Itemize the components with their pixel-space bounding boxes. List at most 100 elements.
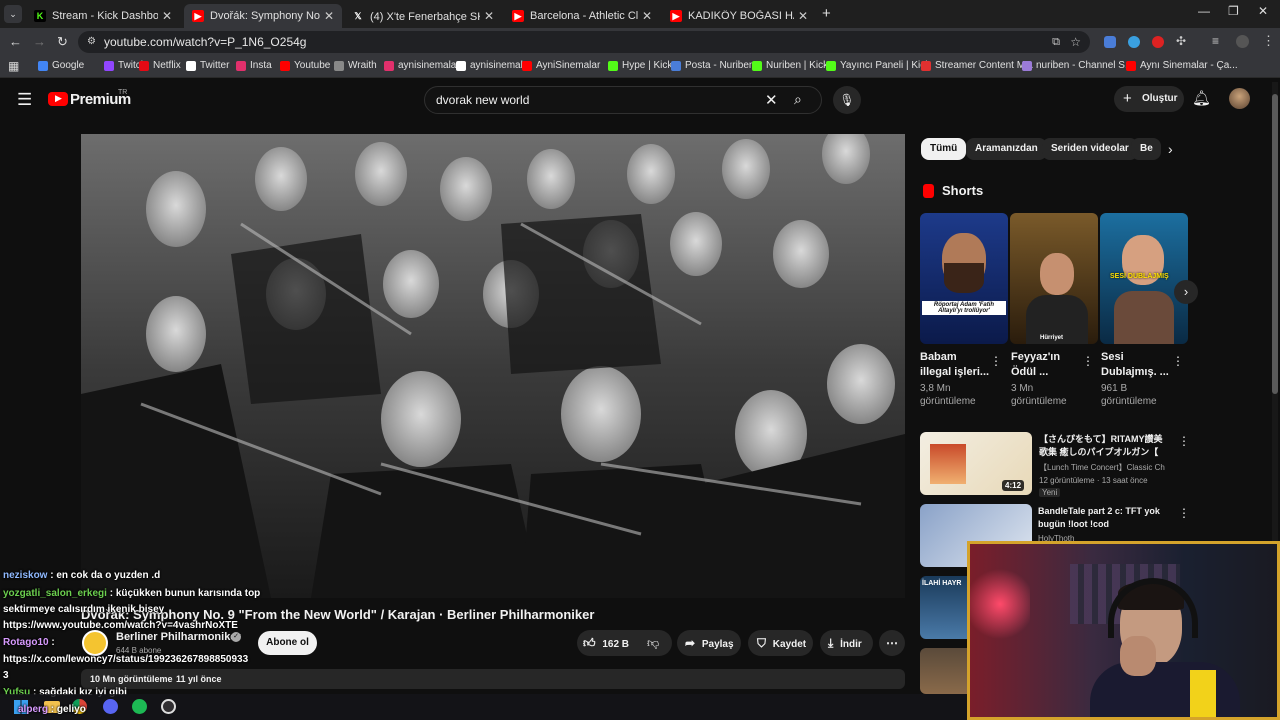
- bookmark-star-icon[interactable]: ☆: [1070, 31, 1081, 53]
- filter-chip-series[interactable]: Seriden videolar: [1042, 138, 1138, 160]
- related-title-2[interactable]: BandleTale part 2 c: TFT yok bugün !loot…: [1038, 505, 1170, 531]
- tab-fenerbahce-x[interactable]: 𝕏 (4) X'te Fenerbahçe SK: "🟨 Ç ✕: [344, 4, 502, 28]
- forward-arrow-icon[interactable]: →: [33, 34, 46, 49]
- bookmark-item[interactable]: Posta - Nuriben: [671, 60, 754, 71]
- bookmark-favicon-icon: [104, 60, 114, 71]
- extension-red-icon[interactable]: [1152, 36, 1164, 48]
- bookmark-item[interactable]: Twitter: [186, 60, 229, 71]
- close-icon[interactable]: ✕: [324, 9, 334, 23]
- voice-search-button[interactable]: 🎙: [833, 86, 861, 114]
- close-window-button[interactable]: ✕: [1258, 4, 1268, 18]
- profile-icon[interactable]: [1236, 35, 1249, 48]
- close-icon[interactable]: ✕: [162, 9, 172, 23]
- scrollbar-thumb[interactable]: [1272, 94, 1278, 394]
- new-tab-button[interactable]: +: [822, 5, 831, 22]
- tab-dvorak-video[interactable]: ▶ Dvořák: Symphony No. 9 "From ✕: [184, 4, 342, 28]
- back-arrow-icon[interactable]: ←: [9, 34, 22, 49]
- bookmark-item[interactable]: Nuriben | Kick: [752, 60, 828, 71]
- bookmark-item[interactable]: Aynı Sinemalar - Ça...: [1126, 60, 1238, 71]
- bookmark-item[interactable]: Netflix: [139, 60, 181, 71]
- bookmark-item[interactable]: AyniSinemalar: [522, 60, 600, 71]
- hamburger-menu-icon[interactable]: ☰: [17, 91, 32, 108]
- bookmark-item[interactable]: Youtube: [280, 60, 330, 71]
- search-box[interactable]: dvorak new world ✕ ⌕: [424, 86, 822, 114]
- short-title-1[interactable]: Babam illegal işleri...: [920, 350, 990, 380]
- bookmark-item[interactable]: Yayıncı Paneli | Kick: [826, 60, 930, 71]
- filter-chip-more[interactable]: Be: [1131, 138, 1161, 160]
- chat-username: yozgatli_salon_erkegi: [3, 588, 107, 599]
- obs-icon[interactable]: [161, 699, 176, 714]
- channel-name[interactable]: Berliner Philharmoniker: [116, 631, 241, 643]
- related-thumbnail-4[interactable]: [920, 648, 970, 694]
- tab-kadikoy[interactable]: ▶ KADIKÖY BOĞASI HAYRETTİN İ ✕: [662, 4, 816, 28]
- browser-menu-icon[interactable]: ⋮: [1262, 33, 1275, 49]
- extensions-puzzle-icon[interactable]: ✣: [1176, 34, 1186, 48]
- short-views-1: 3,8 Mn görüntüleme: [920, 383, 976, 407]
- shorts-next-button[interactable]: ›: [1174, 280, 1198, 304]
- address-bar[interactable]: ⚙ youtube.com/watch?v=P_1N6_O254g ⧉ ☆: [78, 31, 1090, 53]
- maximize-button[interactable]: ❐: [1228, 4, 1239, 18]
- x-icon: 𝕏: [354, 11, 362, 21]
- chevron-right-icon[interactable]: ›: [1168, 141, 1173, 157]
- chat-message: yozgatli_salon_erkegi : küçükken bunun k…: [3, 588, 260, 599]
- related-menu-icon[interactable]: ⋮: [1178, 506, 1190, 520]
- extension-circle-icon[interactable]: [1128, 36, 1140, 48]
- close-icon[interactable]: ✕: [798, 9, 808, 23]
- short-thumbnail-3[interactable]: SESİ DUBLAJMIŞ: [1100, 213, 1188, 344]
- notifications-bell-icon[interactable]: 🔔︎: [1192, 89, 1211, 107]
- related-thumbnail-1[interactable]: 4:12: [920, 432, 1032, 495]
- avatar[interactable]: [1229, 88, 1250, 109]
- short-title-3[interactable]: Sesi Dublajmış. ...: [1101, 350, 1171, 380]
- bookmark-item[interactable]: nuriben - Channel S...: [1022, 60, 1133, 71]
- related-title-1[interactable]: 【さんぴをもて】RITAMY讃美歌集 癒しのパイプオルガン【: [1039, 433, 1171, 459]
- short-menu-icon[interactable]: ⋮: [1082, 354, 1094, 368]
- create-button[interactable]: + Oluştur: [1114, 86, 1184, 112]
- subscribe-button[interactable]: Abone ol: [258, 631, 317, 655]
- related-channel-1[interactable]: 【Lunch Time Concert】Classic Ch: [1039, 462, 1179, 473]
- video-player[interactable]: [81, 134, 905, 598]
- download-button[interactable]: ⤓ İndir: [820, 630, 873, 656]
- search-icon[interactable]: ⌕: [794, 91, 802, 108]
- short-menu-icon[interactable]: ⋮: [990, 354, 1002, 368]
- site-info-icon[interactable]: ⚙: [87, 31, 96, 53]
- like-button[interactable]: 👍︎ 162 B: [583, 630, 629, 656]
- bookmark-item[interactable]: Insta: [236, 60, 272, 71]
- related-thumbnail-3[interactable]: İLAHİ HAYR: [920, 576, 970, 639]
- share-button[interactable]: ➦ Paylaş: [677, 630, 741, 656]
- tab-kick-dashboard[interactable]: K Stream - Kick Dashboard ✕: [26, 4, 180, 28]
- short-thumbnail-1[interactable]: Röportaj Adam 'Fatih Altaylı'yı trollüyo…: [920, 213, 1008, 344]
- close-icon[interactable]: ✕: [642, 9, 652, 23]
- related-menu-icon[interactable]: ⋮: [1178, 434, 1190, 448]
- bookmark-item[interactable]: Hype | Kick: [608, 60, 672, 71]
- filter-chip-from-search[interactable]: Aramanızdan: [966, 138, 1047, 160]
- bookmark-item[interactable]: aynisinemalar: [456, 60, 532, 71]
- short-menu-icon[interactable]: ⋮: [1172, 354, 1184, 368]
- short-title-2[interactable]: Feyyaz'ın Ödül ...: [1011, 350, 1081, 380]
- tab-search-button[interactable]: ⌄: [4, 5, 22, 23]
- more-actions-button[interactable]: ⋯: [879, 630, 905, 656]
- close-icon[interactable]: ✕: [484, 9, 494, 23]
- dislike-button[interactable]: 👎︎: [647, 630, 659, 656]
- extension-shield-icon[interactable]: [1104, 36, 1116, 48]
- bookmark-item[interactable]: Wraith: [334, 60, 377, 71]
- apps-grid-icon[interactable]: ▦: [8, 59, 19, 73]
- install-icon[interactable]: ⧉: [1052, 31, 1060, 53]
- reading-list-icon[interactable]: ≡: [1212, 34, 1219, 48]
- bookmark-item[interactable]: Google: [38, 60, 84, 71]
- tab-barcelona[interactable]: ▶ Barcelona - Athletic Club (4-0) ✕: [504, 4, 660, 28]
- clear-search-icon[interactable]: ✕: [765, 91, 778, 109]
- microphone-icon: 🎙: [839, 93, 855, 107]
- share-label: Paylaş: [701, 639, 734, 650]
- discord-icon[interactable]: [103, 699, 118, 714]
- save-button[interactable]: ⛉ Kaydet: [748, 630, 813, 656]
- related-thumbnail-3-text: İLAHİ HAYR: [922, 580, 962, 587]
- channel-avatar[interactable]: [82, 630, 108, 656]
- reload-icon[interactable]: ↻: [57, 34, 68, 50]
- filter-chip-all[interactable]: Tümü: [921, 138, 967, 160]
- minimize-button[interactable]: —: [1198, 4, 1210, 18]
- spotify-icon[interactable]: [132, 699, 147, 714]
- search-input[interactable]: dvorak new world: [436, 93, 529, 107]
- bookmark-item[interactable]: Streamer Content M...: [921, 60, 1033, 71]
- bookmark-item[interactable]: aynisinemalar: [384, 60, 460, 71]
- short-thumbnail-2[interactable]: Hürriyet: [1010, 213, 1098, 344]
